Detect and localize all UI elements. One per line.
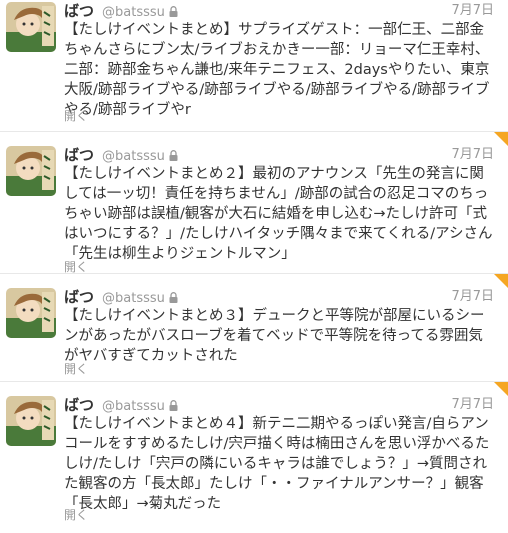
tweet-timestamp[interactable]: 7月7日	[451, 2, 494, 20]
favorite-corner-icon	[494, 132, 508, 146]
avatar[interactable]	[6, 288, 56, 338]
lock-icon	[169, 147, 178, 165]
expand-link[interactable]: 開く	[64, 107, 88, 124]
tweet-header: ばつ @batsssu 7月7日	[64, 146, 494, 164]
avatar[interactable]	[6, 396, 56, 446]
lock-icon	[169, 3, 178, 21]
tweet-header: ばつ @batsssu 7月7日	[64, 288, 494, 306]
tweet-text: 【たしけイベントまとめ３】デュークと平等院が部屋にいるシーンがあったがバスローブ…	[64, 308, 485, 364]
user-name[interactable]: ばつ	[64, 288, 94, 306]
lock-icon	[169, 289, 178, 307]
timeline: ばつ @batsssu 7月7日 【たしけイベントまとめ】サプライズゲスト：一部仁…	[0, 0, 508, 533]
avatar[interactable]	[6, 146, 56, 196]
tweet-text: 【たしけイベントまとめ２】最初のアナウンス「先生の発言に関しては一ッ切！責任を持…	[64, 166, 493, 262]
user-handle[interactable]: @batsssu	[102, 399, 165, 414]
tweet-timestamp[interactable]: 7月7日	[451, 288, 494, 306]
avatar[interactable]	[6, 2, 56, 52]
tweet[interactable]: ばつ @batsssu 7月7日 【たしけイベントまとめ４】新テニ二期やるっぽい発…	[0, 382, 508, 533]
tweet-header: ばつ @batsssu 7月7日	[64, 396, 494, 414]
favorite-corner-icon	[494, 274, 508, 288]
user-name[interactable]: ばつ	[64, 2, 94, 20]
tweet-header: ばつ @batsssu 7月7日	[64, 2, 494, 20]
expand-link[interactable]: 開く	[64, 506, 88, 523]
tweet[interactable]: ばつ @batsssu 7月7日 【たしけイベントまとめ２】最初のアナウンス「先生…	[0, 132, 508, 274]
tweet-text: 【たしけイベントまとめ】サプライズゲスト：一部仁王、二部金ちゃんさらにブン太/ラ…	[64, 22, 490, 118]
tweet-text: 【たしけイベントまとめ４】新テニ二期やるっぽい発言/自らアンコールをすすめるたし…	[64, 416, 490, 512]
lock-icon	[169, 397, 178, 415]
expand-link[interactable]: 開く	[64, 258, 88, 275]
user-handle[interactable]: @batsssu	[102, 291, 165, 306]
expand-link[interactable]: 開く	[64, 360, 88, 377]
user-handle[interactable]: @batsssu	[102, 5, 165, 20]
tweet-timestamp[interactable]: 7月7日	[451, 396, 494, 414]
tweet-timestamp[interactable]: 7月7日	[451, 146, 494, 164]
tweet[interactable]: ばつ @batsssu 7月7日 【たしけイベントまとめ３】デュークと平等院が部屋…	[0, 274, 508, 382]
user-handle[interactable]: @batsssu	[102, 149, 165, 164]
tweet[interactable]: ばつ @batsssu 7月7日 【たしけイベントまとめ】サプライズゲスト：一部仁…	[0, 0, 508, 132]
user-name[interactable]: ばつ	[64, 146, 94, 164]
user-name[interactable]: ばつ	[64, 396, 94, 414]
favorite-corner-icon	[494, 382, 508, 396]
